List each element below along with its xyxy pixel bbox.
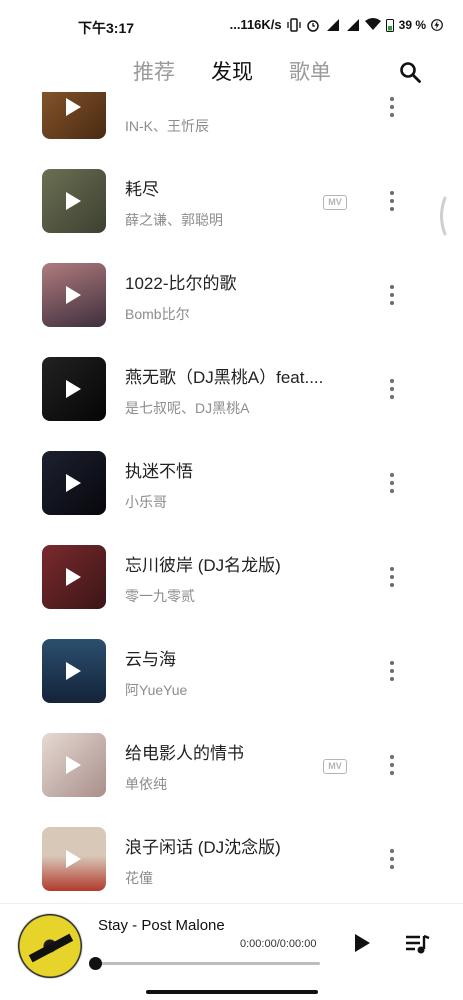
battery-level: 39 % (398, 17, 426, 32)
play-icon (66, 192, 81, 210)
vibrate-icon (286, 17, 301, 32)
album-cover[interactable] (42, 733, 106, 797)
song-artist: 阿YueYue (125, 682, 188, 698)
list-item[interactable]: 燕无歌（DJ黑桃A）feat.... 是七叔呢、DJ黑桃A (0, 357, 463, 451)
song-title: 给电影人的情书 (125, 744, 244, 763)
play-icon (66, 850, 81, 868)
tab-recommend[interactable]: 推荐 (133, 56, 175, 86)
song-artist: 花僮 (125, 870, 153, 886)
song-title: 浪子闲话 (DJ沈念版) (125, 838, 281, 857)
scroll-handle-icon[interactable] (436, 196, 448, 236)
album-cover[interactable] (42, 357, 106, 421)
song-title: 云与海 (125, 650, 176, 669)
play-icon (66, 286, 81, 304)
wifi-icon (364, 18, 381, 30)
song-artist: 零一九零贰 (125, 588, 195, 604)
list-item[interactable]: 耗尽 薛之谦、郭聪明 MV (0, 169, 463, 263)
list-item[interactable]: 给电影人的情书 单依纯 MV (0, 733, 463, 827)
album-cover[interactable] (42, 169, 106, 233)
signal-icon (346, 18, 359, 31)
song-artist: 薛之谦、郭聪明 (125, 212, 223, 228)
song-title: 1022-比尔的歌 (125, 274, 237, 293)
album-cover[interactable] (42, 639, 106, 703)
play-icon (66, 380, 81, 398)
song-artist: IN-K、王忻辰 (125, 118, 209, 134)
search-icon[interactable] (398, 60, 422, 84)
list-item[interactable]: 浪子闲话 (DJ沈念版) 花僮 (0, 827, 463, 902)
more-options-icon[interactable] (384, 566, 400, 588)
play-icon (66, 756, 81, 774)
more-options-icon[interactable] (384, 472, 400, 494)
top-nav: 推荐 发现 歌单 (0, 52, 463, 92)
play-icon (66, 98, 81, 116)
battery-icon (385, 18, 394, 32)
tab-discover[interactable]: 发现 (211, 56, 253, 86)
mv-badge[interactable]: MV (323, 759, 347, 774)
progress-bar[interactable] (95, 962, 320, 965)
play-icon (66, 662, 81, 680)
more-options-icon[interactable] (384, 378, 400, 400)
status-time: 下午3:17 (78, 20, 135, 36)
status-icons: ...116K/s 39 % (230, 17, 443, 32)
cover-stripe (28, 933, 74, 963)
now-playing-title: Stay - Post Malone (98, 917, 225, 934)
more-options-icon[interactable] (384, 96, 400, 118)
mini-player[interactable]: Stay - Post Malone 0:00:00/0:00:00 (0, 903, 463, 1000)
album-cover[interactable] (42, 827, 106, 891)
song-artist: 单依纯 (125, 776, 167, 792)
network-speed: ...116K/s (229, 17, 282, 32)
album-cover[interactable] (42, 92, 106, 139)
progress-knob[interactable] (89, 957, 102, 970)
now-playing-cover[interactable] (18, 914, 82, 978)
album-cover[interactable] (42, 263, 106, 327)
more-options-icon[interactable] (384, 660, 400, 682)
mv-badge[interactable]: MV (323, 195, 347, 210)
song-title: 燕无歌（DJ黑桃A）feat.... (125, 368, 324, 387)
play-button[interactable] (355, 934, 370, 952)
tab-playlists[interactable]: 歌单 (289, 56, 331, 86)
album-cover[interactable] (42, 451, 106, 515)
list-item[interactable]: 云与海 阿YueYue (0, 639, 463, 733)
song-title: 耗尽 (125, 180, 159, 199)
song-title: 执迷不悟 (125, 462, 193, 481)
now-playing-time: 0:00:00/0:00:00 (240, 938, 317, 950)
song-artist: Bomb比尔 (125, 306, 190, 322)
charging-icon (431, 18, 443, 31)
hd-signal-icon (326, 18, 339, 31)
playlist-queue-icon[interactable] (405, 933, 431, 955)
more-options-icon[interactable] (384, 848, 400, 870)
list-item[interactable]: IN-K、王忻辰 (0, 92, 463, 169)
list-item[interactable]: 忘川彼岸 (DJ名龙版) 零一九零贰 (0, 545, 463, 639)
album-cover[interactable] (42, 545, 106, 609)
play-icon (66, 568, 81, 586)
list-item[interactable]: 1022-比尔的歌 Bomb比尔 (0, 263, 463, 357)
song-artist: 是七叔呢、DJ黑桃A (125, 400, 250, 416)
song-artist: 小乐哥 (125, 494, 167, 510)
song-title: 忘川彼岸 (DJ名龙版) (125, 556, 281, 575)
more-options-icon[interactable] (384, 190, 400, 212)
more-options-icon[interactable] (384, 754, 400, 776)
song-list[interactable]: IN-K、王忻辰 耗尽 薛之谦、郭聪明 MV 1022-比尔的歌 Bomb比尔 … (0, 92, 463, 902)
play-icon (66, 474, 81, 492)
alarm-icon (306, 19, 319, 32)
list-item[interactable]: 执迷不悟 小乐哥 (0, 451, 463, 545)
more-options-icon[interactable] (384, 284, 400, 306)
home-indicator[interactable] (146, 990, 318, 994)
status-bar: 下午3:17 ...116K/s 39 % (0, 0, 463, 52)
